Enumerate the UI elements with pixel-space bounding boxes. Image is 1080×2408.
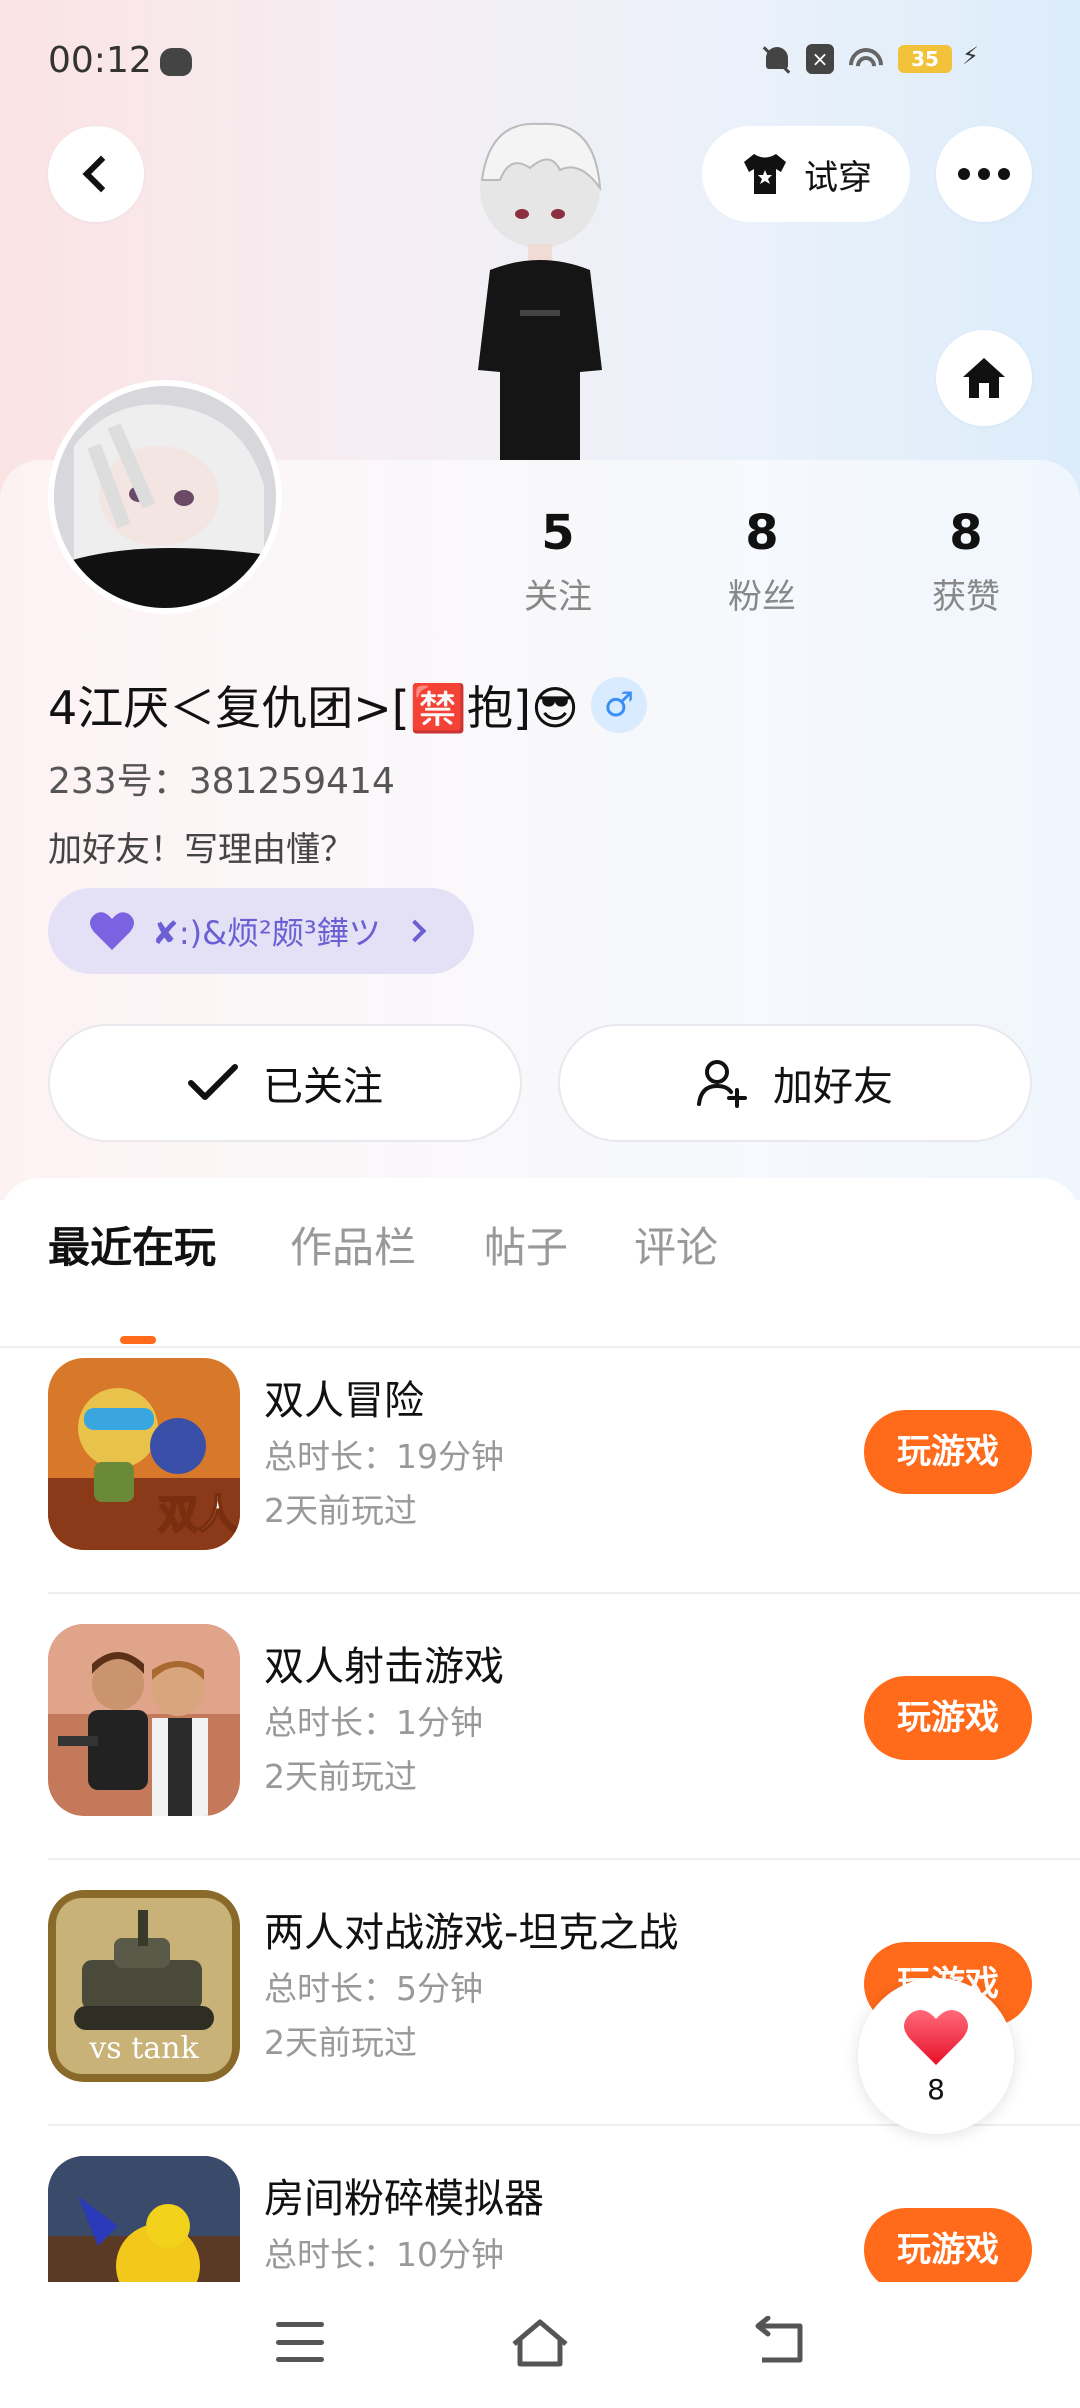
game-duration: 总时长：5分钟 bbox=[264, 1969, 483, 2008]
stat-value: 8 bbox=[949, 505, 983, 561]
game-row[interactable]: 双人射击游戏 总时长：1分钟 2天前玩过 玩游戏 bbox=[0, 1594, 1080, 1860]
status-time: 00:12 bbox=[48, 40, 152, 81]
status-bar: 00:12 × 35 bbox=[0, 0, 1080, 120]
game-last-played: 2天前玩过 bbox=[264, 1491, 417, 1530]
avatar[interactable] bbox=[48, 380, 282, 614]
stat-label: 关注 bbox=[524, 577, 592, 617]
charging-icon bbox=[962, 42, 980, 72]
game-title: 两人对战游戏-坦克之战 bbox=[264, 1910, 679, 1956]
profile-tabs: 最近在玩 作品栏 帖子 评论 bbox=[0, 1214, 1080, 1348]
more-dots-icon bbox=[958, 168, 970, 180]
game-last-played: 2天前玩过 bbox=[264, 2023, 417, 2062]
game-duration: 总时长：19分钟 bbox=[264, 1437, 504, 1476]
gender-male-icon: ♂ bbox=[590, 677, 647, 733]
stat-value: 5 bbox=[541, 505, 575, 561]
shirt-icon bbox=[740, 152, 790, 196]
tab-recently-played[interactable]: 最近在玩 bbox=[48, 1214, 216, 1275]
play-game-button[interactable]: 玩游戏 bbox=[864, 1410, 1032, 1494]
homepage-button[interactable] bbox=[936, 330, 1032, 426]
followed-label: 已关注 bbox=[263, 1064, 383, 1110]
play-game-button[interactable]: 玩游戏 bbox=[864, 2208, 1032, 2292]
stat-likes[interactable]: 8 获赞 bbox=[886, 505, 1046, 618]
try-on-label: 试穿 bbox=[804, 157, 872, 198]
bio: 加好友！写理由懂？ bbox=[48, 830, 354, 870]
like-count: 8 bbox=[927, 2072, 945, 2106]
sim-status-icon: × bbox=[806, 44, 834, 74]
game-icon-tank[interactable]: vs tank bbox=[48, 1890, 240, 2082]
stat-value: 8 bbox=[745, 505, 779, 561]
back-nav-icon[interactable] bbox=[752, 2316, 808, 2368]
status-icons: × 35 bbox=[762, 42, 980, 74]
heart-icon bbox=[90, 912, 134, 950]
chevron-left-icon bbox=[82, 155, 120, 193]
tab-works[interactable]: 作品栏 bbox=[290, 1214, 416, 1275]
nickname: 4江厌＜复仇团>[🈲抱]😎 bbox=[48, 681, 579, 735]
game-icon-text: vs tank bbox=[88, 2031, 199, 2066]
followed-button[interactable]: 已关注 bbox=[48, 1024, 522, 1142]
pet-status-icon bbox=[160, 48, 192, 76]
tab-comments[interactable]: 评论 bbox=[634, 1214, 718, 1275]
stat-label: 获赞 bbox=[932, 577, 1000, 617]
content-panel: 最近在玩 作品栏 帖子 评论 双人 双人冒险 总时长：19分钟 2天前玩过 玩游… bbox=[0, 1178, 1080, 2408]
battery-icon: 35 bbox=[898, 45, 952, 73]
stat-followers[interactable]: 8 粉丝 bbox=[682, 505, 842, 618]
tab-posts[interactable]: 帖子 bbox=[484, 1214, 568, 1275]
mute-icon bbox=[762, 44, 792, 74]
add-friend-label: 加好友 bbox=[773, 1064, 893, 1110]
game-title: 双人射击游戏 bbox=[264, 1644, 504, 1690]
game-icon-text: 双人 bbox=[158, 1492, 238, 1538]
avatar-3d-figure[interactable] bbox=[430, 110, 650, 460]
game-duration: 总时长：10分钟 bbox=[264, 2235, 504, 2274]
game-last-played: 2天前玩过 bbox=[264, 1757, 417, 1796]
heart-icon bbox=[904, 2009, 968, 2065]
add-user-icon bbox=[697, 1060, 747, 1108]
game-title: 房间粉碎模拟器 bbox=[264, 2176, 544, 2222]
user-id[interactable]: 233号：381259414 bbox=[48, 752, 395, 804]
system-nav-bar bbox=[0, 2282, 1080, 2408]
game-icon-adventure[interactable]: 双人 bbox=[48, 1358, 240, 1550]
chevron-right-icon bbox=[403, 919, 427, 943]
play-game-button[interactable]: 玩游戏 bbox=[864, 1676, 1032, 1760]
try-on-button[interactable]: 试穿 bbox=[702, 126, 910, 222]
guild-name: ✘:)&烦²颇³鏵ツ bbox=[152, 914, 381, 952]
profile-screen: 00:12 × 35 试穿 bbox=[0, 0, 1080, 2408]
menu-icon[interactable] bbox=[276, 2322, 324, 2362]
stat-following[interactable]: 5 关注 bbox=[478, 505, 638, 618]
nickname-row: 4江厌＜复仇团>[🈲抱]😎 ♂ bbox=[48, 672, 647, 738]
guild-chip[interactable]: ✘:)&烦²颇³鏵ツ bbox=[48, 888, 474, 974]
avatar-image bbox=[54, 386, 276, 608]
add-friend-button[interactable]: 加好友 bbox=[558, 1024, 1032, 1142]
check-icon bbox=[188, 1064, 238, 1100]
game-row[interactable]: 双人 双人冒险 总时长：19分钟 2天前玩过 玩游戏 bbox=[0, 1328, 1080, 1594]
house-icon bbox=[963, 358, 1005, 398]
more-button[interactable] bbox=[936, 126, 1032, 222]
like-button[interactable]: 8 bbox=[858, 1978, 1014, 2134]
game-duration: 总时长：1分钟 bbox=[264, 1703, 483, 1742]
back-button[interactable] bbox=[48, 126, 144, 222]
stat-label: 粉丝 bbox=[728, 577, 796, 617]
game-icon-shooter[interactable] bbox=[48, 1624, 240, 1816]
wifi-icon bbox=[848, 44, 884, 74]
game-title: 双人冒险 bbox=[264, 1378, 424, 1424]
home-icon[interactable] bbox=[508, 2316, 572, 2370]
